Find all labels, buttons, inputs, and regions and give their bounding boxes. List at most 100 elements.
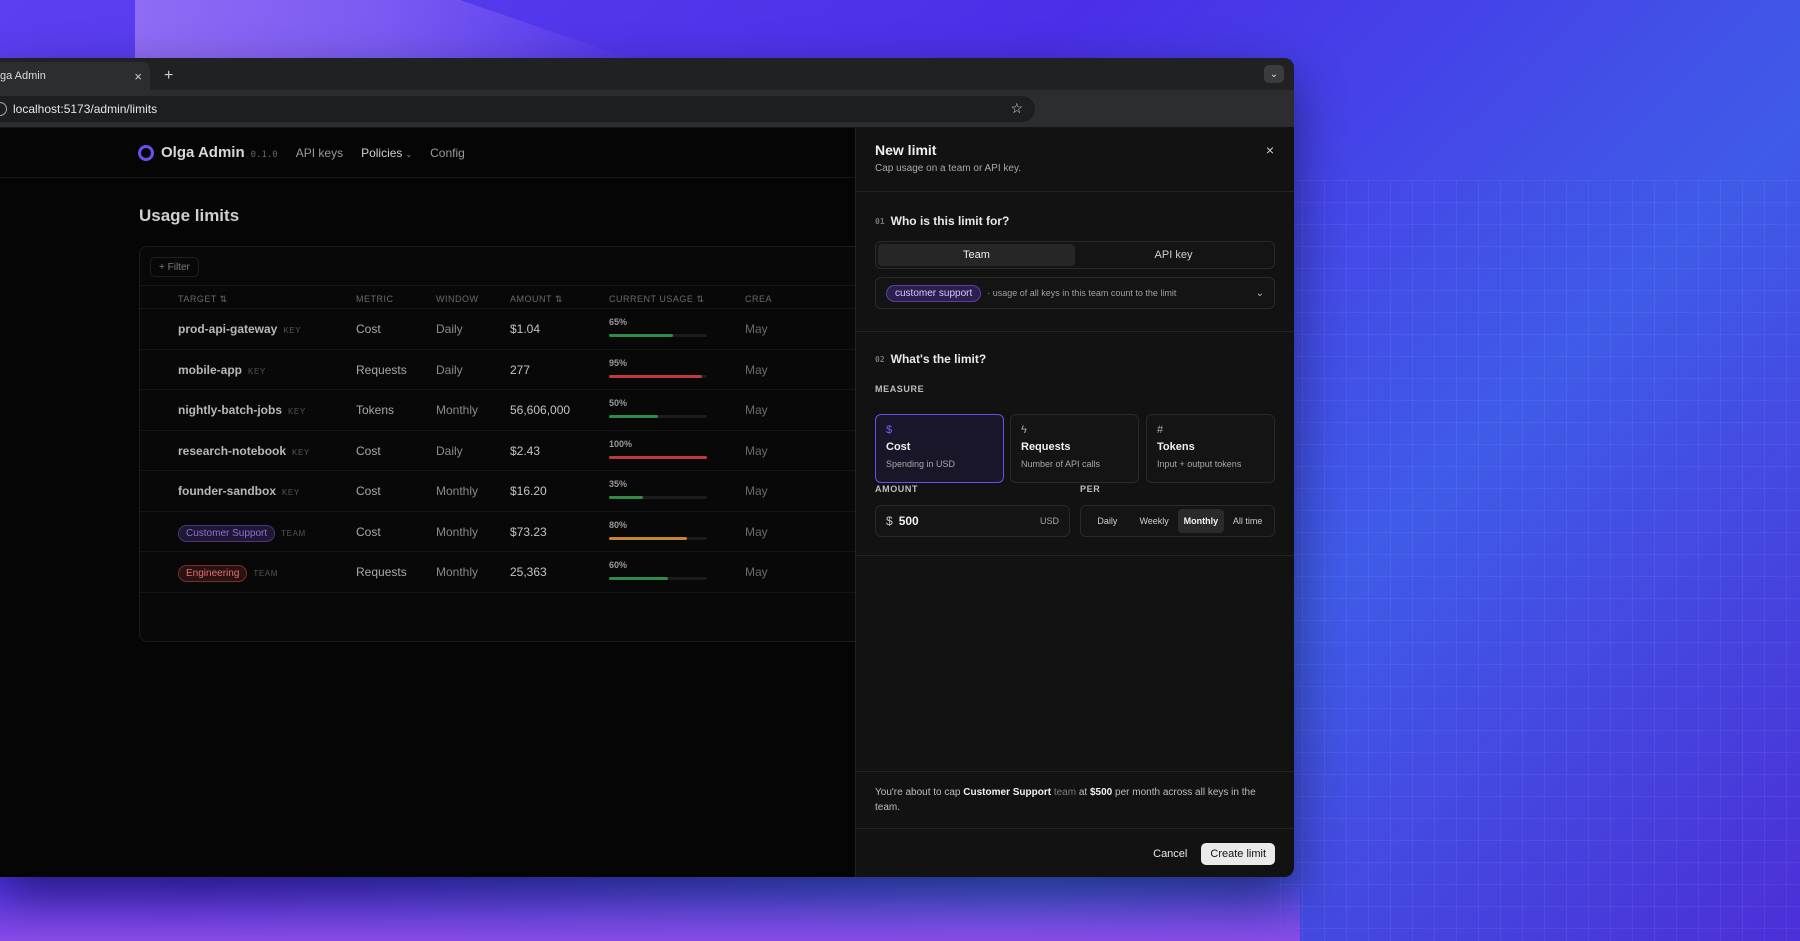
usage-bar <box>609 415 707 418</box>
row-window: Daily <box>436 362 463 377</box>
row-metric: Requests <box>356 565 407 579</box>
target-name: founder-sandbox <box>178 484 276 498</box>
lightning-icon: ϟ <box>1021 424 1027 436</box>
usage-bar <box>609 496 707 499</box>
row-metric: Tokens <box>356 403 395 417</box>
row-target[interactable]: mobile-app KEY <box>178 363 266 377</box>
target-kind: TEAM <box>253 569 278 578</box>
col-current-usage[interactable]: CURRENT USAGE ⇅ <box>609 294 704 305</box>
period-monthly[interactable]: Monthly <box>1177 509 1225 533</box>
tab-bar: ga Admin × + ⌄ <box>0 58 1294 90</box>
app-logo-text[interactable]: Olga Admin <box>161 144 245 161</box>
table-row[interactable]: nightly-batch-jobs KEY Tokens Monthly 56,606… <box>140 390 878 431</box>
measure-tokens-card[interactable]: # Tokens Input + output tokens <box>1146 414 1275 483</box>
row-target[interactable]: research-notebook KEY <box>178 444 310 458</box>
divider <box>856 771 1294 772</box>
hash-icon: # <box>1157 424 1164 436</box>
step-2-label: What's the limit? <box>890 352 987 366</box>
team-note: · usage of all keys in this team count t… <box>987 288 1177 298</box>
drawer-title: New limit <box>875 142 937 158</box>
currency-symbol: $ <box>886 514 893 528</box>
target-kind: TEAM <box>281 528 306 538</box>
table-row[interactable]: mobile-app KEY Requests Daily 277 May 95% <box>140 350 878 390</box>
step-1-title: 01 Who is this limit for? <box>875 214 1009 228</box>
amount-input[interactable]: $ 500 USD <box>875 505 1070 537</box>
usage-percent: 80% <box>609 519 628 530</box>
cancel-button[interactable]: Cancel <box>1153 848 1187 860</box>
filter-button[interactable]: + Filter <box>150 257 199 277</box>
nav-api-keys[interactable]: API keys <box>296 146 343 160</box>
table-row[interactable]: founder-sandbox KEY Cost Monthly $16.20 May 35… <box>140 471 878 512</box>
table-row[interactable]: Engineering TEAM Requests Monthly 25,363 May 6… <box>140 552 878 593</box>
table-header: TARGET ⇅ METRIC WINDOW AMOUNT ⇅ CURRENT … <box>140 285 878 309</box>
usage-bar-fill <box>609 415 658 418</box>
usage-bar <box>609 577 707 580</box>
row-created: May <box>745 484 768 498</box>
row-window: Monthly <box>436 484 479 498</box>
table-row[interactable]: prod-api-gateway KEY Cost Daily $1.04 May 65% <box>140 309 878 350</box>
amount-unit: USD <box>1039 516 1059 526</box>
nav-policies[interactable]: Policies ⌄ <box>361 146 412 160</box>
chevron-down-icon: ⌄ <box>1255 287 1264 299</box>
bookmark-star-icon[interactable]: ☆ <box>1010 100 1023 117</box>
row-target[interactable]: founder-sandbox KEY <box>178 484 300 498</box>
background-grid <box>1280 180 1800 941</box>
usage-bar-fill <box>609 374 703 378</box>
close-icon[interactable]: × <box>1266 142 1274 158</box>
row-window: Monthly <box>436 565 479 579</box>
row-target[interactable]: Engineering TEAM <box>178 565 278 582</box>
row-created: May <box>745 524 768 539</box>
period-daily[interactable]: Daily <box>1084 509 1131 533</box>
row-target[interactable]: prod-api-gateway KEY <box>178 322 301 336</box>
usage-bar-fill <box>609 455 707 459</box>
tab-search-chevron-icon[interactable]: ⌄ <box>1264 65 1284 83</box>
browser-tab[interactable]: ga Admin × <box>0 62 150 90</box>
table-row[interactable]: Customer Support TEAM Cost Monthly $73.23 May… <box>140 512 878 552</box>
row-amount: $2.43 <box>510 443 541 458</box>
measure-requests-card[interactable]: ϟ Requests Number of API calls <box>1010 414 1139 483</box>
col-amount[interactable]: AMOUNT ⇅ <box>510 294 563 305</box>
create-limit-button[interactable]: Create limit <box>1201 843 1275 865</box>
target-name: Engineering <box>178 565 248 582</box>
summary-team: Customer Support <box>963 787 1052 798</box>
row-target[interactable]: nightly-batch-jobs KEY <box>178 403 306 417</box>
row-created: May <box>745 362 768 377</box>
amount-value: 500 <box>898 514 919 528</box>
measure-cost-card[interactable]: $ Cost Spending in USD <box>875 414 1004 483</box>
site-info-icon[interactable] <box>0 101 7 116</box>
period-all-time[interactable]: All time <box>1224 509 1271 533</box>
team-select[interactable]: customer support · usage of all keys in … <box>875 277 1275 309</box>
dollar-icon: $ <box>886 424 893 436</box>
row-created: May <box>745 443 768 458</box>
tab-team[interactable]: Team <box>878 244 1075 266</box>
target-kind: KEY <box>282 488 300 497</box>
target-kind: KEY <box>248 366 266 376</box>
col-target-label: TARGET <box>178 294 217 304</box>
measure-name: Requests <box>1021 441 1071 453</box>
logo-icon <box>138 144 154 161</box>
usage-percent: 50% <box>609 398 628 408</box>
period-weekly[interactable]: Weekly <box>1131 509 1178 533</box>
new-tab-icon[interactable]: + <box>164 67 173 85</box>
step-1-number: 01 <box>875 216 885 226</box>
row-window: Monthly <box>436 524 479 539</box>
new-limit-drawer: New limit Cap usage on a team or API key… <box>855 128 1294 877</box>
usage-percent: 60% <box>609 560 628 570</box>
row-metric: Cost <box>356 484 381 498</box>
tab-api-key[interactable]: API key <box>1075 244 1272 266</box>
tab-close-icon[interactable]: × <box>134 69 142 84</box>
row-created: May <box>745 565 768 579</box>
col-target[interactable]: TARGET ⇅ <box>178 294 228 305</box>
measure-desc: Spending in USD <box>886 459 956 469</box>
nav-config[interactable]: Config <box>430 146 465 160</box>
row-target[interactable]: Customer Support TEAM <box>178 524 306 542</box>
summary-team-word: team <box>1051 787 1077 798</box>
summary-text: You're about to cap <box>875 787 964 798</box>
measure-name: Tokens <box>1157 441 1195 453</box>
url-text: localhost:5173/admin/limits <box>13 101 158 116</box>
url-field[interactable]: localhost:5173/admin/limits ☆ <box>0 95 1035 122</box>
usage-bar-fill <box>609 334 673 337</box>
divider <box>856 331 1294 332</box>
table-row[interactable]: research-notebook KEY Cost Daily $2.43 May 100… <box>140 431 878 471</box>
measure-label: MEASURE <box>875 384 925 394</box>
